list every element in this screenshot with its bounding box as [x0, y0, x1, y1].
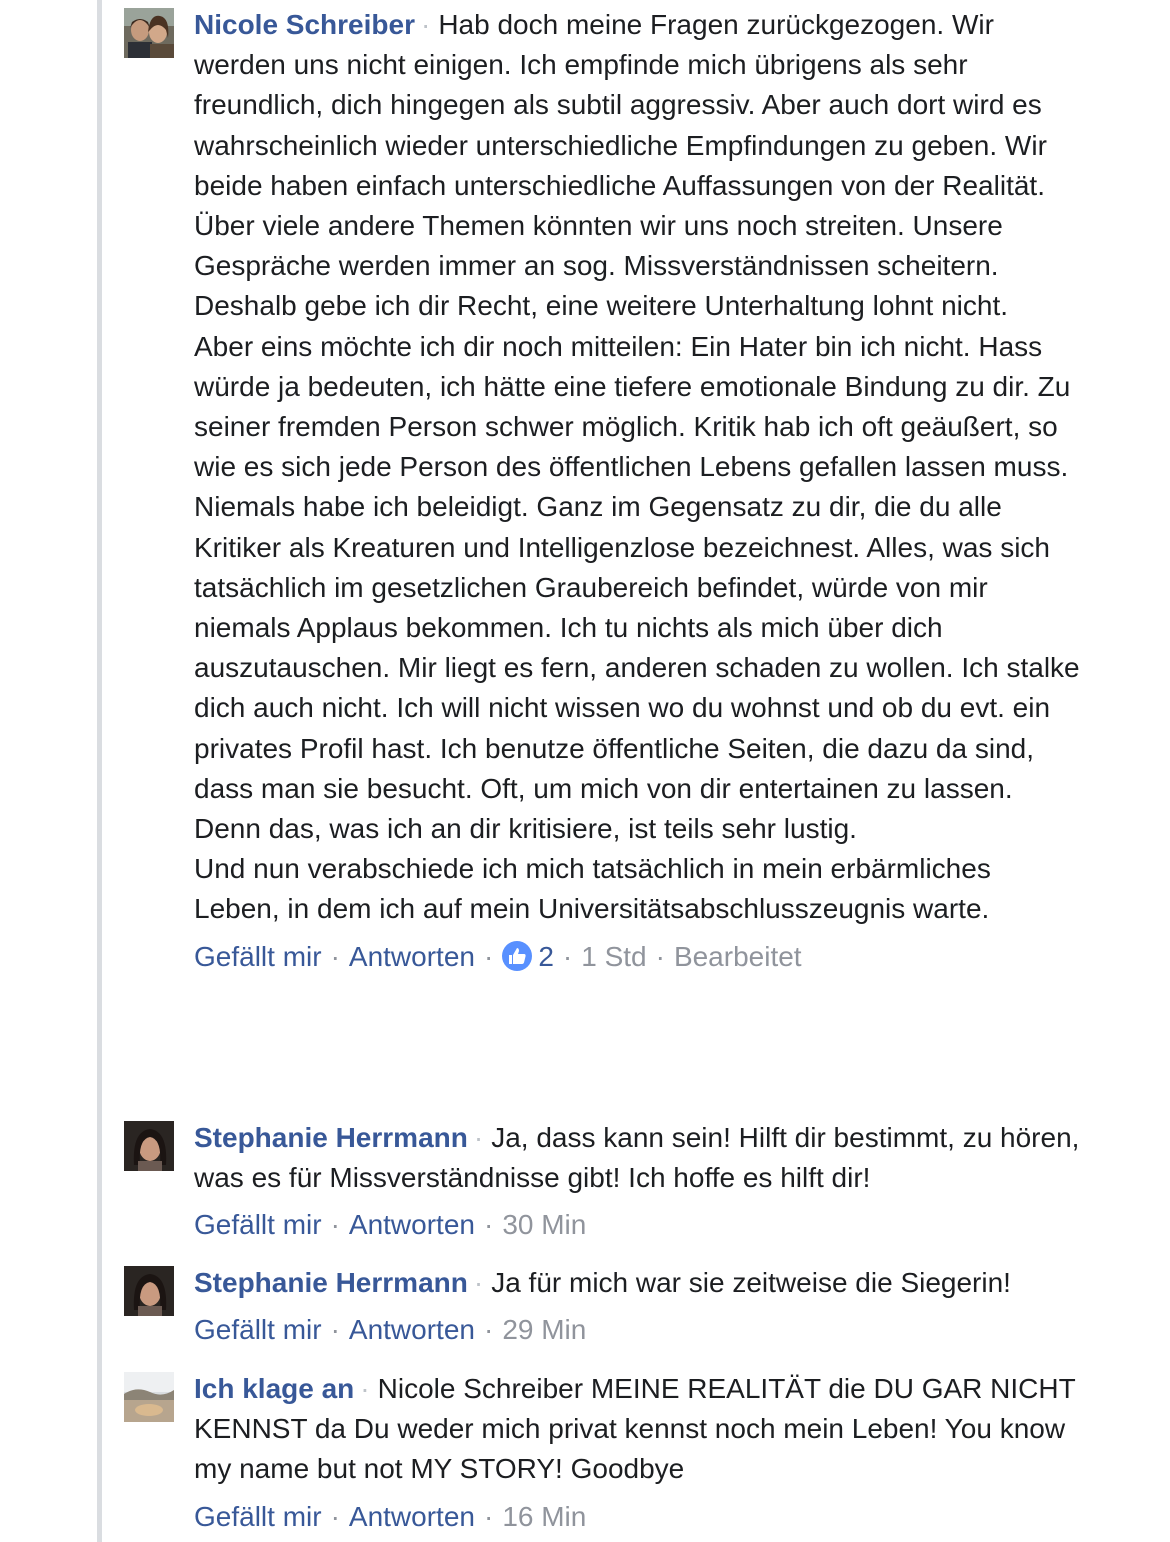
action-separator: · [483, 940, 494, 972]
author-separator: · [360, 1373, 370, 1404]
landscape-photo-avatar [124, 1372, 174, 1422]
avatar[interactable] [124, 1266, 174, 1316]
comment-author[interactable]: Stephanie Herrmann [194, 1267, 468, 1298]
comment-actions: Gefällt mir · Antworten · 30 Min [194, 1205, 1084, 1245]
comment-text: Nicole Schreiber · Hab doch meine Fragen z… [194, 5, 1084, 930]
avatar[interactable] [124, 8, 174, 58]
comment-body: Stephanie Herrmann · Ja für mich war sie z… [194, 1263, 1084, 1350]
action-separator: · [655, 940, 665, 972]
reply-button[interactable]: Antworten [349, 1209, 475, 1240]
comment-body: Ich klage an · Nicole Schreiber MEINE REAL… [194, 1369, 1084, 1537]
comment-body: Nicole Schreiber · Hab doch meine Fragen z… [194, 5, 1084, 977]
action-separator: · [330, 1500, 340, 1532]
comment-timestamp[interactable]: 29 Min [502, 1314, 586, 1345]
comment-timestamp[interactable]: 1 Std [581, 941, 646, 972]
reply-button[interactable]: Antworten [349, 1314, 475, 1345]
action-separator: · [330, 940, 340, 972]
comment-text: Ich klage an · Nicole Schreiber MEINE REAL… [194, 1369, 1084, 1490]
action-separator: · [330, 1314, 340, 1346]
thumbs-up-icon[interactable] [502, 940, 533, 971]
like-button[interactable]: Gefällt mir [194, 1501, 322, 1532]
comment-paragraph: Aber eins möchte ich dir noch mitteilen:… [194, 330, 1080, 845]
comment-actions: Gefällt mir · Antworten · 16 Min [194, 1497, 1084, 1537]
author-separator: · [473, 1267, 484, 1298]
woman-photo-avatar [124, 1121, 174, 1171]
comment-text: Stephanie Herrmann · Ja für mich war sie z… [194, 1263, 1084, 1303]
reply-button[interactable]: Antworten [349, 941, 475, 972]
comment-text: Stephanie Herrmann · Ja, dass kann sein! H… [194, 1118, 1084, 1198]
thread-rail [97, 0, 102, 1542]
comment-author[interactable]: Ich klage an [194, 1373, 354, 1404]
couple-photo-avatar [124, 8, 174, 58]
action-separator: · [483, 1314, 494, 1346]
author-separator: · [473, 1122, 484, 1153]
action-separator: · [483, 1500, 494, 1532]
reaction-count[interactable]: 2 [538, 941, 554, 972]
action-separator: · [483, 1209, 494, 1241]
comment-timestamp[interactable]: 30 Min [502, 1209, 586, 1240]
woman-photo-avatar [124, 1266, 174, 1316]
comment-paragraph: Und nun verabschiede ich mich tatsächlic… [194, 853, 991, 925]
author-separator: · [420, 9, 431, 40]
action-separator: · [330, 1209, 340, 1241]
comment-thread: Nicole Schreiber · Hab doch meine Fragen z… [0, 0, 1170, 1542]
edited-label[interactable]: Bearbeitet [674, 941, 802, 972]
comment-paragraph: Ja für mich war sie zeitweise die Sieger… [491, 1267, 1011, 1298]
avatar[interactable] [124, 1121, 174, 1171]
comment-actions: Gefällt mir · Antworten · 29 Min [194, 1310, 1084, 1350]
comment-actions: Gefällt mir · Antworten · 2 · 1 Std · Bearbeitet [194, 937, 1084, 977]
like-button[interactable]: Gefällt mir [194, 1209, 322, 1240]
comment-timestamp[interactable]: 16 Min [502, 1501, 586, 1532]
like-button[interactable]: Gefällt mir [194, 1314, 322, 1345]
reply-button[interactable]: Antworten [349, 1501, 475, 1532]
like-button[interactable]: Gefällt mir [194, 941, 322, 972]
action-separator: · [562, 940, 573, 972]
avatar[interactable] [124, 1372, 174, 1422]
comment-paragraph: Hab doch meine Fragen zurückgezogen. Wir… [194, 9, 1047, 322]
comment-author[interactable]: Stephanie Herrmann [194, 1122, 468, 1153]
comment-body: Stephanie Herrmann · Ja, dass kann sein! H… [194, 1118, 1084, 1245]
comment-author[interactable]: Nicole Schreiber [194, 9, 415, 40]
